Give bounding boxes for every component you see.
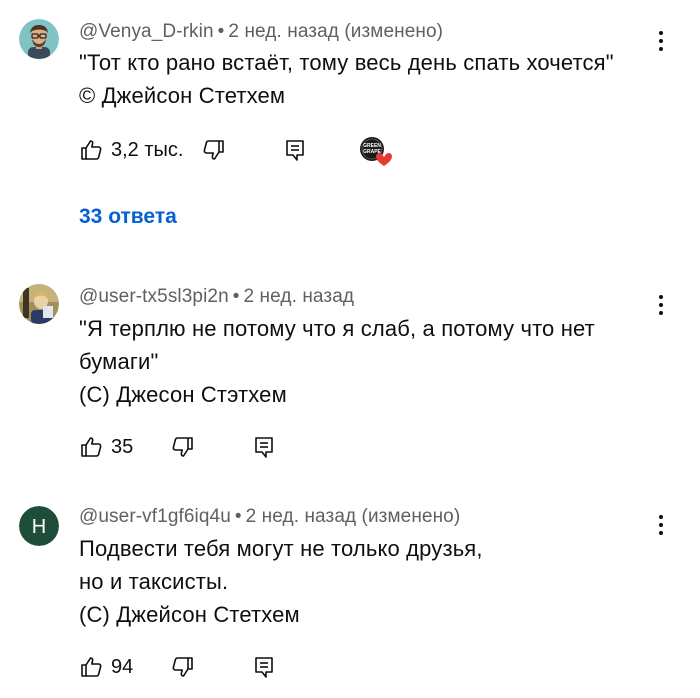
comment-actions: 94 (0, 652, 700, 682)
comment-time[interactable]: 2 нед. назад (изменено) (246, 506, 461, 527)
avatar-letter: Н (32, 516, 46, 538)
comment-meta: @user-vf1gf6iq4u • 2 нед. назад (изменено) (79, 506, 460, 528)
like-icon (81, 657, 102, 677)
reply-icon (255, 657, 273, 678)
dislike-button[interactable] (171, 652, 195, 682)
comment-line: но и таксисты. (79, 569, 229, 594)
dislike-icon (172, 657, 193, 677)
separator-dot: • (234, 506, 242, 527)
avatar[interactable]: Н (19, 506, 59, 546)
comment-line: (С) Джейсон Стетхем (79, 602, 300, 627)
comment-line: Подвести тебя могут не только друзья, (79, 536, 483, 561)
comment-text: Подвести тебя могут не только друзья, но… (79, 532, 669, 631)
author-name[interactable]: @user-vf1gf6iq4u (79, 506, 231, 527)
more-vert-icon[interactable] (651, 510, 671, 540)
like-button[interactable]: 94 (79, 652, 133, 682)
comment-3: Н @user-vf1gf6iq4u • 2 нед. назад (изменен… (0, 0, 700, 698)
reply-button[interactable] (252, 652, 276, 682)
like-count: 94 (111, 655, 134, 678)
